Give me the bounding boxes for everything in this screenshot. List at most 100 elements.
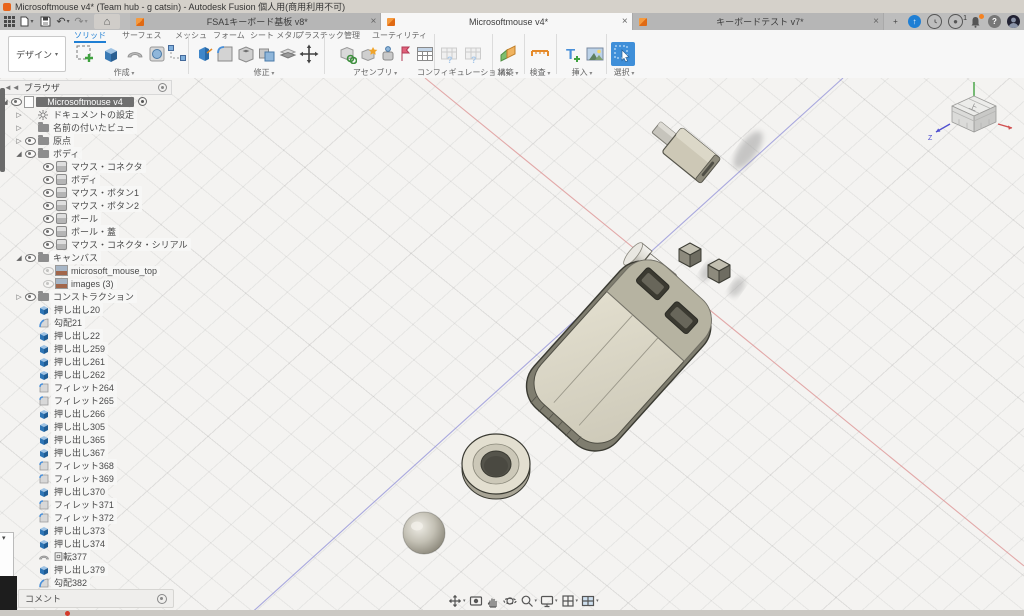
ribbon-tab[interactable]: プラスチック: [296, 30, 344, 41]
group-label-insert[interactable]: 挿入: [572, 67, 593, 78]
avatar[interactable]: [1007, 15, 1020, 28]
feature-item[interactable]: 押し出し266: [0, 407, 172, 420]
group-label-create[interactable]: 作成: [114, 67, 135, 78]
collapse-browser-icon[interactable]: ◄◄: [4, 83, 20, 92]
split-body-icon[interactable]: [277, 42, 299, 66]
measure-icon[interactable]: [529, 42, 551, 66]
expand-arrow[interactable]: [14, 124, 24, 132]
browser-tree-item[interactable]: マウス・ボタン2: [0, 199, 172, 212]
visibility-eye-icon[interactable]: [43, 267, 54, 275]
move-icon[interactable]: [298, 42, 320, 66]
new-component-icon[interactable]: [336, 42, 358, 66]
browser-scrollbar[interactable]: [0, 88, 5, 172]
feature-item[interactable]: 押し出し305: [0, 420, 172, 433]
expand-arrow[interactable]: [14, 254, 24, 262]
browser-tree-item[interactable]: images (3): [0, 277, 172, 290]
press-pull-icon[interactable]: [193, 42, 215, 66]
document-tab[interactable]: Microsoftmouse v4* ×: [381, 13, 632, 30]
workspace-selector[interactable]: デザイン▾: [8, 36, 66, 72]
help-icon[interactable]: ?: [988, 15, 1001, 28]
look-at-icon[interactable]: [469, 594, 483, 608]
feature-item[interactable]: 押し出し379: [0, 563, 172, 576]
feature-item[interactable]: 勾配21: [0, 316, 172, 329]
browser-tree-item[interactable]: Microsoftmouse v4: [0, 95, 172, 108]
group-label-assemble[interactable]: アセンブリ: [353, 67, 397, 78]
joint-icon[interactable]: [358, 42, 380, 66]
browser-tree-item[interactable]: マウス・ボタン1: [0, 186, 172, 199]
browser-tree-item[interactable]: ボディ: [0, 147, 172, 160]
visibility-eye-icon[interactable]: [25, 293, 36, 301]
feature-item[interactable]: 押し出し262: [0, 368, 172, 381]
browser-tree-item[interactable]: 名前の付いたビュー: [0, 121, 172, 134]
pan-icon[interactable]: [486, 594, 500, 608]
shell-icon[interactable]: [235, 42, 257, 66]
feature-item[interactable]: フィレット264: [0, 381, 172, 394]
browser-tree-item[interactable]: ボディ: [0, 173, 172, 186]
feature-item[interactable]: フィレット372: [0, 511, 172, 524]
ribbon-tab[interactable]: メッシュ: [175, 30, 207, 41]
visibility-eye-icon[interactable]: [25, 150, 36, 158]
feature-item[interactable]: 押し出し261: [0, 355, 172, 368]
document-tab[interactable]: FSA1キーボード基板 v8* ×: [130, 13, 381, 30]
comment-options-icon[interactable]: [157, 594, 167, 604]
browser-tree-item[interactable]: マウス・コネクタ・シリアル: [0, 238, 172, 251]
feature-item[interactable]: 押し出し259: [0, 342, 172, 355]
feature-item[interactable]: 押し出し367: [0, 446, 172, 459]
sweep-icon[interactable]: [146, 42, 168, 66]
browser-tree-item[interactable]: 原点: [0, 134, 172, 147]
feature-item[interactable]: 勾配382: [0, 576, 172, 589]
save-icon[interactable]: [36, 14, 54, 29]
feature-item[interactable]: 押し出し365: [0, 433, 172, 446]
comment-bar[interactable]: コメント: [18, 589, 174, 608]
visibility-eye-icon[interactable]: [25, 137, 36, 145]
document-tab[interactable]: キーボードテスト v7* ×: [633, 13, 884, 30]
visibility-eye-icon[interactable]: [43, 241, 54, 249]
feature-item[interactable]: フィレット369: [0, 472, 172, 485]
browser-options-icon[interactable]: [158, 83, 167, 92]
ribbon-tab[interactable]: サーフェス: [122, 30, 162, 41]
group-label-inspect[interactable]: 検査: [530, 67, 551, 78]
expand-arrow[interactable]: [14, 137, 24, 145]
group-label-configure[interactable]: コンフィギュレーション: [417, 67, 509, 78]
visibility-eye-icon[interactable]: [43, 202, 54, 210]
feature-item[interactable]: 押し出し22: [0, 329, 172, 342]
activate-component-radio[interactable]: [138, 97, 147, 106]
ribbon-tab[interactable]: フォーム: [213, 30, 245, 41]
as-built-joint-icon[interactable]: [380, 42, 396, 66]
feature-item[interactable]: フィレット368: [0, 459, 172, 472]
fit-icon[interactable]: ▾: [448, 594, 466, 608]
tab-close-icon[interactable]: ×: [370, 16, 376, 27]
visibility-eye-icon[interactable]: [43, 163, 54, 171]
feature-item[interactable]: 回転377: [0, 550, 172, 563]
orbit-icon[interactable]: [503, 594, 517, 608]
visibility-eye-icon[interactable]: [43, 189, 54, 197]
pipe-icon[interactable]: [166, 42, 188, 66]
view-cube[interactable]: 上 Z: [926, 82, 1016, 154]
insert-canvas-icon[interactable]: [584, 42, 606, 66]
ribbon-tab[interactable]: ユーティリティ: [372, 30, 427, 41]
browser-tree-item[interactable]: キャンバス: [0, 251, 172, 264]
display-settings-icon[interactable]: ▾: [540, 594, 558, 608]
visibility-eye-icon[interactable]: [43, 215, 54, 223]
viewports-icon[interactable]: ▾: [581, 594, 599, 608]
group-label-construct[interactable]: 構築: [498, 67, 519, 78]
visibility-eye-icon[interactable]: [43, 176, 54, 184]
expand-arrow[interactable]: [14, 150, 24, 158]
notification-bell-icon[interactable]: [969, 15, 982, 28]
grid-snap-icon[interactable]: ▾: [561, 594, 579, 608]
zoom-icon[interactable]: ▾: [520, 594, 538, 608]
job-status-icon[interactable]: ↑: [908, 15, 921, 28]
browser-tree-item[interactable]: マウス・コネクタ: [0, 160, 172, 173]
insert-decal-icon[interactable]: T: [563, 42, 585, 66]
feature-item[interactable]: 押し出し373: [0, 524, 172, 537]
sync-clock-icon[interactable]: [927, 14, 942, 29]
new-file-icon[interactable]: ▾: [18, 14, 36, 29]
app-grid-icon[interactable]: [0, 14, 18, 29]
motion-link-icon[interactable]: [397, 42, 413, 66]
home-tab-button[interactable]: ⌂: [94, 14, 120, 29]
feature-item[interactable]: フィレット371: [0, 498, 172, 511]
feature-item[interactable]: 押し出し374: [0, 537, 172, 550]
browser-tree-item[interactable]: microsoft_mouse_top: [0, 264, 172, 277]
visibility-eye-icon[interactable]: [43, 228, 54, 236]
feature-item[interactable]: 押し出し20: [0, 303, 172, 316]
